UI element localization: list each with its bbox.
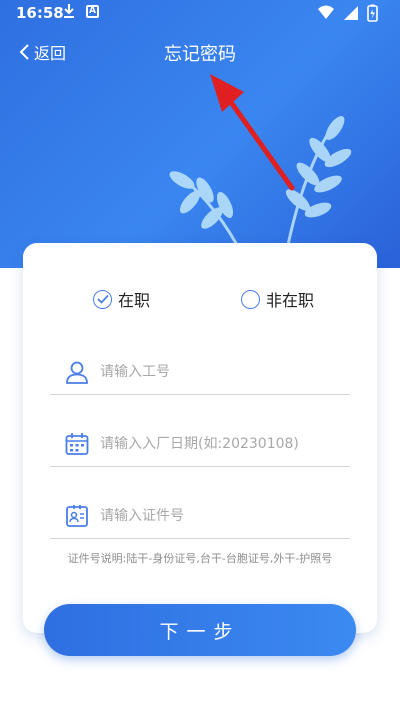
page-title: 忘记密码 <box>164 44 236 65</box>
wifi-icon <box>318 5 334 19</box>
radio-not-employed[interactable]: 非在职 <box>241 287 314 311</box>
employee-id-field <box>50 349 350 395</box>
id-number-field <box>50 493 350 539</box>
status-bar: 16:58 A <box>0 0 400 28</box>
id-number-input[interactable] <box>100 507 340 524</box>
user-icon <box>66 361 88 384</box>
radio-unchecked-icon <box>241 289 260 309</box>
status-icons <box>318 4 378 22</box>
app-badge-icon: A <box>86 5 99 18</box>
employee-id-input[interactable] <box>100 363 340 380</box>
radio-not-employed-label: 非在职 <box>266 291 315 310</box>
id-card-icon <box>66 504 88 527</box>
annotation-arrow <box>210 74 295 191</box>
radio-employed[interactable]: 在职 <box>93 287 150 311</box>
radio-checked-icon <box>93 289 112 309</box>
entry-date-input[interactable] <box>100 435 340 452</box>
radio-employed-label: 在职 <box>118 291 151 310</box>
signal-icon <box>344 6 358 20</box>
entry-date-field <box>50 421 350 467</box>
download-icon <box>64 4 74 18</box>
status-time: 16:58 <box>16 4 64 22</box>
employment-status-radio-group: 在职 非在职 <box>23 287 377 315</box>
calendar-icon <box>65 432 89 455</box>
id-number-note: 证件号说明:陆干-身份证号,台干-台胞证号,外干-护照号 <box>67 552 333 565</box>
next-step-button[interactable]: 下一步 <box>44 604 356 656</box>
navigation-bar: 返回 忘记密码 <box>0 28 400 76</box>
form-card: 在职 非在职 请输入工号 请输入入厂日期(如:20230108) 请输入证件号 … <box>23 243 377 633</box>
